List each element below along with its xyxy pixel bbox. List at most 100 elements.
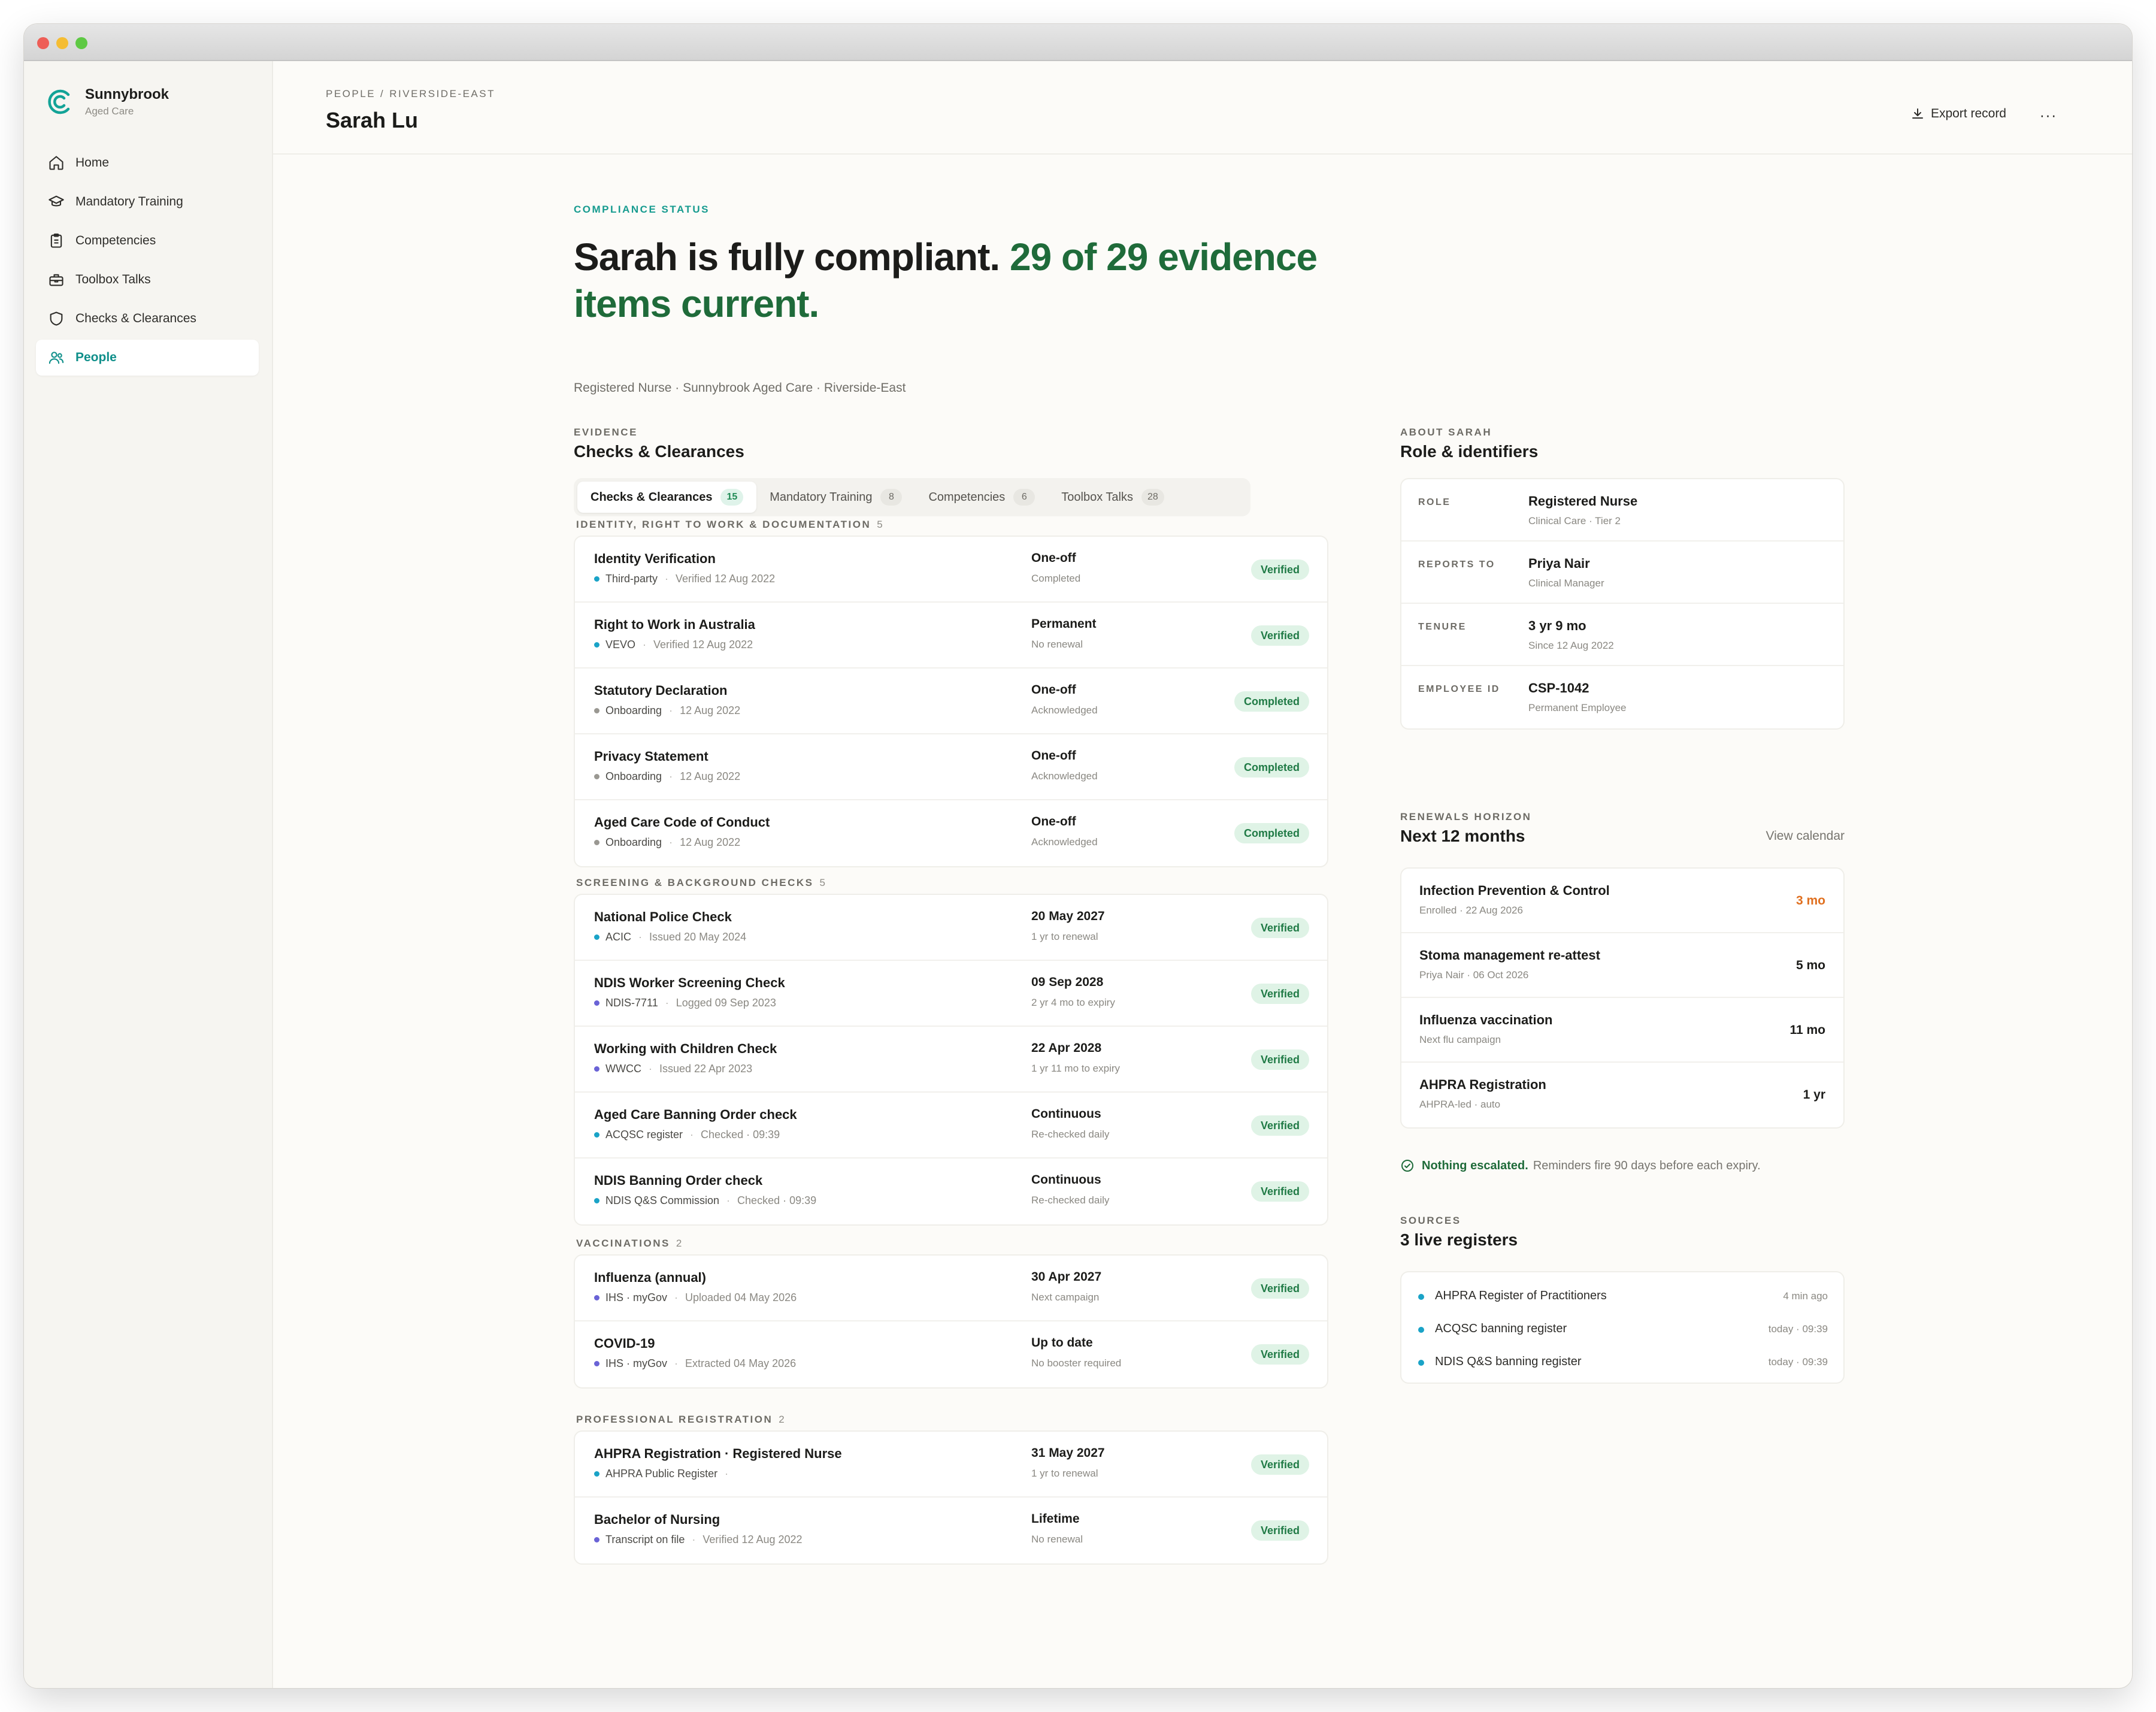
evidence-item-expiry-note: Acknowledged xyxy=(1031,770,1098,782)
meta-separator: · xyxy=(665,997,669,1009)
graduation-cap-icon xyxy=(49,195,64,207)
source-dot-icon xyxy=(594,1471,599,1477)
evidence-item-source: AHPRA Public Register xyxy=(605,1468,718,1480)
evidence-item-meta: Onboarding · 12 Aug 2022 xyxy=(594,836,740,849)
minimize-window-button[interactable] xyxy=(56,37,68,49)
source-dot-icon xyxy=(594,708,599,713)
evidence-item-detail: Extracted 04 May 2026 xyxy=(685,1357,797,1369)
compliance-headline-main: Sarah is fully compliant. xyxy=(574,235,1000,279)
evidence-item-meta: ACIC · Issued 20 May 2024 xyxy=(594,931,746,943)
tab-count-badge: 15 xyxy=(720,489,744,506)
source-dot-icon xyxy=(594,934,599,940)
evidence-item-title: Influenza (annual) xyxy=(594,1270,706,1285)
tab-label: Mandatory Training xyxy=(770,490,873,504)
evidence-item-title: NDIS Worker Screening Check xyxy=(594,975,785,990)
evidence-item-meta: Onboarding · 12 Aug 2022 xyxy=(594,770,740,783)
table-row[interactable]: Influenza (annual) IHS · myGov · Uploaded 0… xyxy=(575,1256,1327,1321)
about-eyebrow: ABOUT SARAH xyxy=(1400,427,1492,438)
maximize-window-button[interactable] xyxy=(75,37,87,49)
tab-competencies[interactable]: Competencies 6 xyxy=(915,482,1048,513)
evidence-group-count: 5 xyxy=(819,877,825,888)
sidebar-item-checks-clearances[interactable]: Checks & Clearances xyxy=(36,301,259,337)
status-badge: Verified xyxy=(1250,625,1309,646)
identifiers-card: ROLE Registered Nurse Clinical Care · Tier… xyxy=(1400,478,1845,730)
renewals-card: Infection Prevention & Control Enrolled ·… xyxy=(1400,867,1845,1129)
table-row[interactable]: Aged Care Banning Order check ACQSC regis… xyxy=(575,1093,1327,1159)
renewal-title: Infection Prevention & Control xyxy=(1419,883,1610,898)
sources-eyebrow: SOURCES xyxy=(1400,1215,1461,1226)
renewal-title: AHPRA Registration xyxy=(1419,1077,1546,1092)
evidence-group-title: VACCINATIONS xyxy=(576,1238,670,1249)
sidebar-item-mandatory-training[interactable]: Mandatory Training xyxy=(36,184,259,220)
table-row[interactable]: National Police Check ACIC · Issued 20 May … xyxy=(575,895,1327,961)
evidence-item-title: Right to Work in Australia xyxy=(594,617,755,632)
evidence-item-source: NDIS Q&S Commission xyxy=(605,1194,720,1206)
evidence-item-expiry-note: No renewal xyxy=(1031,1533,1083,1545)
source-row[interactable]: AHPRA Register of Practitioners 4 min ago xyxy=(1401,1283,1843,1316)
more-options-button[interactable]: ··· xyxy=(2036,103,2060,127)
table-row[interactable]: Statutory Declaration Onboarding · 12 Aug 2… xyxy=(575,669,1327,734)
table-row[interactable]: Aged Care Code of Conduct Onboarding · 12 A… xyxy=(575,800,1327,866)
identifier-detail: Clinical Manager xyxy=(1528,577,1604,589)
source-row[interactable]: ACQSC banning register today · 09:39 xyxy=(1401,1316,1843,1349)
evidence-group-count: 2 xyxy=(676,1238,682,1249)
identifier-detail: Clinical Care · Tier 2 xyxy=(1528,515,1621,527)
identifier-label: REPORTS TO xyxy=(1418,559,1495,570)
evidence-group-title: SCREENING & BACKGROUND CHECKS xyxy=(576,877,814,888)
breadcrumb-people[interactable]: PEOPLE xyxy=(326,88,376,99)
source-dot-icon xyxy=(594,1066,599,1072)
evidence-item-expiry: 31 May 2027 xyxy=(1031,1446,1105,1460)
evidence-item-title: Statutory Declaration xyxy=(594,683,728,698)
source-last-sync: 4 min ago xyxy=(1783,1290,1828,1302)
breadcrumb-site[interactable]: RIVERSIDE-EAST xyxy=(389,88,495,99)
tab-mandatory-training[interactable]: Mandatory Training 8 xyxy=(756,482,915,513)
identifier-label: EMPLOYEE ID xyxy=(1418,684,1500,694)
evidence-item-source: VEVO xyxy=(605,639,636,651)
source-dot-icon xyxy=(594,1132,599,1138)
evidence-item-expiry: Up to date xyxy=(1031,1336,1093,1350)
renewal-row[interactable]: Stoma management re-attest Priya Nair · 0… xyxy=(1401,933,1843,998)
evidence-card: AHPRA Registration · Registered Nurse AHP… xyxy=(574,1430,1328,1565)
table-row[interactable]: AHPRA Registration · Registered Nurse AHP… xyxy=(575,1432,1327,1498)
table-row[interactable]: Right to Work in Australia VEVO · Verified … xyxy=(575,603,1327,669)
table-row[interactable]: NDIS Banning Order check NDIS Q&S Commiss… xyxy=(575,1159,1327,1224)
evidence-item-expiry-note: 1 yr 11 mo to expiry xyxy=(1031,1063,1121,1074)
identifier-value: CSP-1042 xyxy=(1528,680,1589,695)
meta-separator: · xyxy=(690,1129,694,1141)
renewal-row[interactable]: Influenza vaccination Next flu campaign 11… xyxy=(1401,998,1843,1063)
evidence-group-heading: IDENTITY, RIGHT TO WORK & DOCUMENTATION 5 xyxy=(576,519,883,531)
status-badge: Verified xyxy=(1250,1344,1309,1365)
table-row[interactable]: Bachelor of Nursing Transcript on file · Ve… xyxy=(575,1498,1327,1563)
evidence-item-expiry: One-off xyxy=(1031,749,1076,763)
close-window-button[interactable] xyxy=(37,37,49,49)
tab-checks-clearances[interactable]: Checks & Clearances 15 xyxy=(577,482,757,513)
evidence-item-title: Privacy Statement xyxy=(594,749,708,764)
app-window: Sunnybrook Aged Care Home Mandatory Trai… xyxy=(24,24,2132,1688)
about-title: Role & identifiers xyxy=(1400,442,1539,461)
evidence-item-source: Onboarding xyxy=(605,836,662,848)
tab-count-badge: 8 xyxy=(880,489,903,506)
sidebar-item-home[interactable]: Home xyxy=(36,145,259,181)
sidebar-item-competencies[interactable]: Competencies xyxy=(36,223,259,259)
source-last-sync: today · 09:39 xyxy=(1768,1356,1828,1368)
table-row[interactable]: Identity Verification Third-party · Verifie… xyxy=(575,537,1327,603)
renewal-row[interactable]: AHPRA Registration AHPRA-led · auto 1 yr xyxy=(1401,1063,1843,1127)
evidence-item-meta: Transcript on file · Verified 12 Aug 2022 xyxy=(594,1533,803,1546)
view-calendar-link[interactable]: View calendar xyxy=(1766,829,1845,843)
escalation-note: Nothing escalated. Reminders fire 90 day… xyxy=(1400,1159,1761,1173)
identifier-row: ROLE Registered Nurse Clinical Care · Tier… xyxy=(1401,479,1843,542)
table-row[interactable]: Working with Children Check WWCC · Issued 2… xyxy=(575,1027,1327,1093)
status-badge: Verified xyxy=(1250,984,1309,1004)
table-row[interactable]: COVID-19 IHS · myGov · Extracted 04 May 202… xyxy=(575,1321,1327,1387)
sidebar-item-toolbox-talks[interactable]: Toolbox Talks xyxy=(36,262,259,298)
export-record-button[interactable]: Export record xyxy=(1910,107,2006,121)
source-row[interactable]: NDIS Q&S banning register today · 09:39 xyxy=(1401,1349,1843,1382)
sidebar-item-people[interactable]: People xyxy=(36,340,259,376)
evidence-item-expiry-note: Re-checked daily xyxy=(1031,1194,1110,1206)
renewal-title: Stoma management re-attest xyxy=(1419,948,1600,963)
evidence-item-expiry: One-off xyxy=(1031,683,1076,697)
table-row[interactable]: Privacy Statement Onboarding · 12 Aug 2022 O… xyxy=(575,734,1327,800)
renewal-row[interactable]: Infection Prevention & Control Enrolled ·… xyxy=(1401,869,1843,933)
tab-toolbox-talks[interactable]: Toolbox Talks 28 xyxy=(1048,482,1177,513)
table-row[interactable]: NDIS Worker Screening Check NDIS-7711 · Log… xyxy=(575,961,1327,1027)
